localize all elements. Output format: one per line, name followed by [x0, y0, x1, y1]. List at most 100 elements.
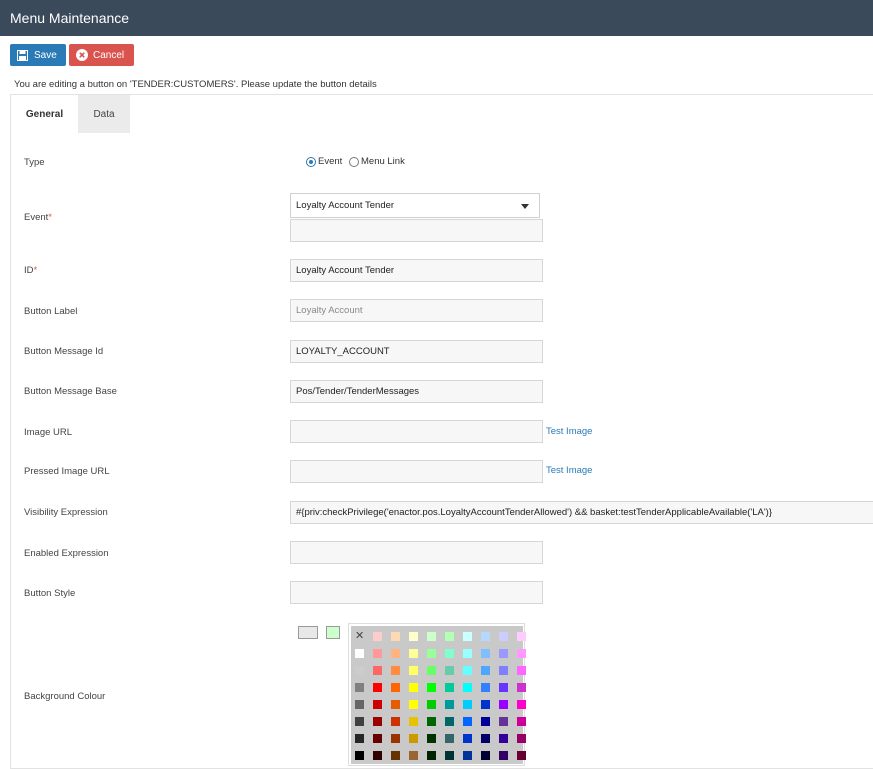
colour-chip[interactable] [409, 649, 418, 658]
colour-chip[interactable] [517, 734, 526, 743]
colour-chip[interactable] [463, 734, 472, 743]
colour-chip[interactable] [391, 683, 400, 692]
colour-chip[interactable] [427, 700, 436, 709]
colour-chip[interactable] [373, 649, 382, 658]
colour-chip[interactable] [391, 666, 400, 675]
current-colour-swatch[interactable] [298, 626, 318, 639]
colour-chip[interactable] [499, 683, 508, 692]
button-label-field[interactable]: Loyalty Account [290, 299, 543, 322]
colour-chip[interactable] [517, 683, 526, 692]
colour-chip[interactable] [445, 683, 454, 692]
colour-chip[interactable] [391, 751, 400, 760]
colour-chip[interactable] [409, 717, 418, 726]
colour-chip[interactable] [355, 717, 364, 726]
event-sub-field[interactable] [290, 219, 543, 242]
colour-chip[interactable] [427, 751, 436, 760]
colour-chip[interactable] [373, 717, 382, 726]
colour-chip[interactable] [391, 700, 400, 709]
colour-chip[interactable] [517, 632, 526, 641]
colour-chip[interactable] [463, 751, 472, 760]
colour-chip[interactable] [445, 632, 454, 641]
colour-chip[interactable] [445, 700, 454, 709]
colour-chip[interactable] [427, 734, 436, 743]
test-pressed-image-link[interactable]: Test Image [546, 465, 592, 476]
colour-chip[interactable] [373, 683, 382, 692]
colour-chip[interactable] [463, 717, 472, 726]
event-select[interactable]: Loyalty Account Tender [290, 193, 540, 218]
colour-chip[interactable] [391, 649, 400, 658]
colour-chip[interactable] [499, 700, 508, 709]
type-radio-menu-link[interactable]: Menu Link [349, 156, 405, 167]
id-field[interactable]: Loyalty Account Tender [290, 259, 543, 282]
colour-chip[interactable] [409, 734, 418, 743]
colour-chip[interactable] [355, 751, 364, 760]
colour-chip[interactable] [427, 649, 436, 658]
enabled-expression-field[interactable] [290, 541, 543, 564]
colour-chip[interactable] [517, 649, 526, 658]
colour-chip[interactable] [391, 717, 400, 726]
colour-chip[interactable] [373, 700, 382, 709]
colour-chip[interactable] [355, 700, 364, 709]
colour-chip[interactable] [445, 717, 454, 726]
colour-chip[interactable] [373, 734, 382, 743]
colour-chip[interactable] [517, 700, 526, 709]
colour-chip[interactable] [463, 683, 472, 692]
colour-chip[interactable] [427, 632, 436, 641]
colour-chip[interactable] [499, 717, 508, 726]
tab-data[interactable]: Data [78, 95, 130, 133]
colour-chip[interactable] [481, 649, 490, 658]
selected-colour-swatch[interactable] [326, 626, 340, 639]
colour-chip[interactable] [391, 632, 400, 641]
button-message-id-field[interactable]: LOYALTY_ACCOUNT [290, 340, 543, 363]
image-url-field[interactable] [290, 420, 543, 443]
colour-chip[interactable] [409, 700, 418, 709]
colour-chip[interactable] [355, 666, 364, 675]
type-radio-event[interactable]: Event [306, 156, 342, 167]
colour-chip[interactable] [463, 700, 472, 709]
colour-chip[interactable] [481, 751, 490, 760]
colour-chip[interactable] [373, 632, 382, 641]
colour-chip[interactable] [499, 751, 508, 760]
colour-chip[interactable] [427, 666, 436, 675]
tab-general[interactable]: General [11, 95, 78, 133]
colour-chip[interactable] [517, 751, 526, 760]
button-style-field[interactable] [290, 581, 543, 604]
colour-chip[interactable] [517, 717, 526, 726]
no-colour-icon[interactable]: ✕ [355, 631, 364, 642]
colour-chip[interactable] [373, 751, 382, 760]
visibility-expression-field[interactable]: #{priv:checkPrivilege('enactor.pos.Loyal… [290, 501, 873, 524]
colour-chip[interactable] [499, 632, 508, 641]
colour-chip[interactable] [463, 649, 472, 658]
colour-chip[interactable] [409, 751, 418, 760]
colour-chip[interactable] [499, 666, 508, 675]
colour-chip[interactable] [427, 683, 436, 692]
colour-chip[interactable] [355, 734, 364, 743]
colour-chip[interactable] [517, 666, 526, 675]
colour-chip[interactable] [445, 734, 454, 743]
button-message-base-field[interactable]: Pos/Tender/TenderMessages [290, 380, 543, 403]
colour-chip[interactable] [355, 649, 364, 658]
colour-chip[interactable] [481, 632, 490, 641]
colour-chip[interactable] [499, 649, 508, 658]
colour-chip[interactable] [409, 683, 418, 692]
colour-chip[interactable] [373, 666, 382, 675]
colour-chip[interactable] [481, 734, 490, 743]
colour-chip[interactable] [409, 666, 418, 675]
colour-chip[interactable] [481, 717, 490, 726]
pressed-image-url-field[interactable] [290, 460, 543, 483]
colour-chip[interactable] [463, 666, 472, 675]
colour-chip[interactable] [427, 717, 436, 726]
colour-chip[interactable] [481, 666, 490, 675]
colour-chip[interactable] [445, 751, 454, 760]
colour-chip[interactable] [445, 666, 454, 675]
colour-chip[interactable] [463, 632, 472, 641]
colour-chip[interactable] [481, 700, 490, 709]
colour-chip[interactable] [445, 649, 454, 658]
save-button[interactable]: Save [10, 44, 66, 66]
colour-chip[interactable] [355, 683, 364, 692]
colour-chip[interactable] [391, 734, 400, 743]
colour-chip[interactable] [499, 734, 508, 743]
colour-chip[interactable] [409, 632, 418, 641]
test-image-link[interactable]: Test Image [546, 426, 592, 437]
cancel-button[interactable]: Cancel [69, 44, 134, 66]
